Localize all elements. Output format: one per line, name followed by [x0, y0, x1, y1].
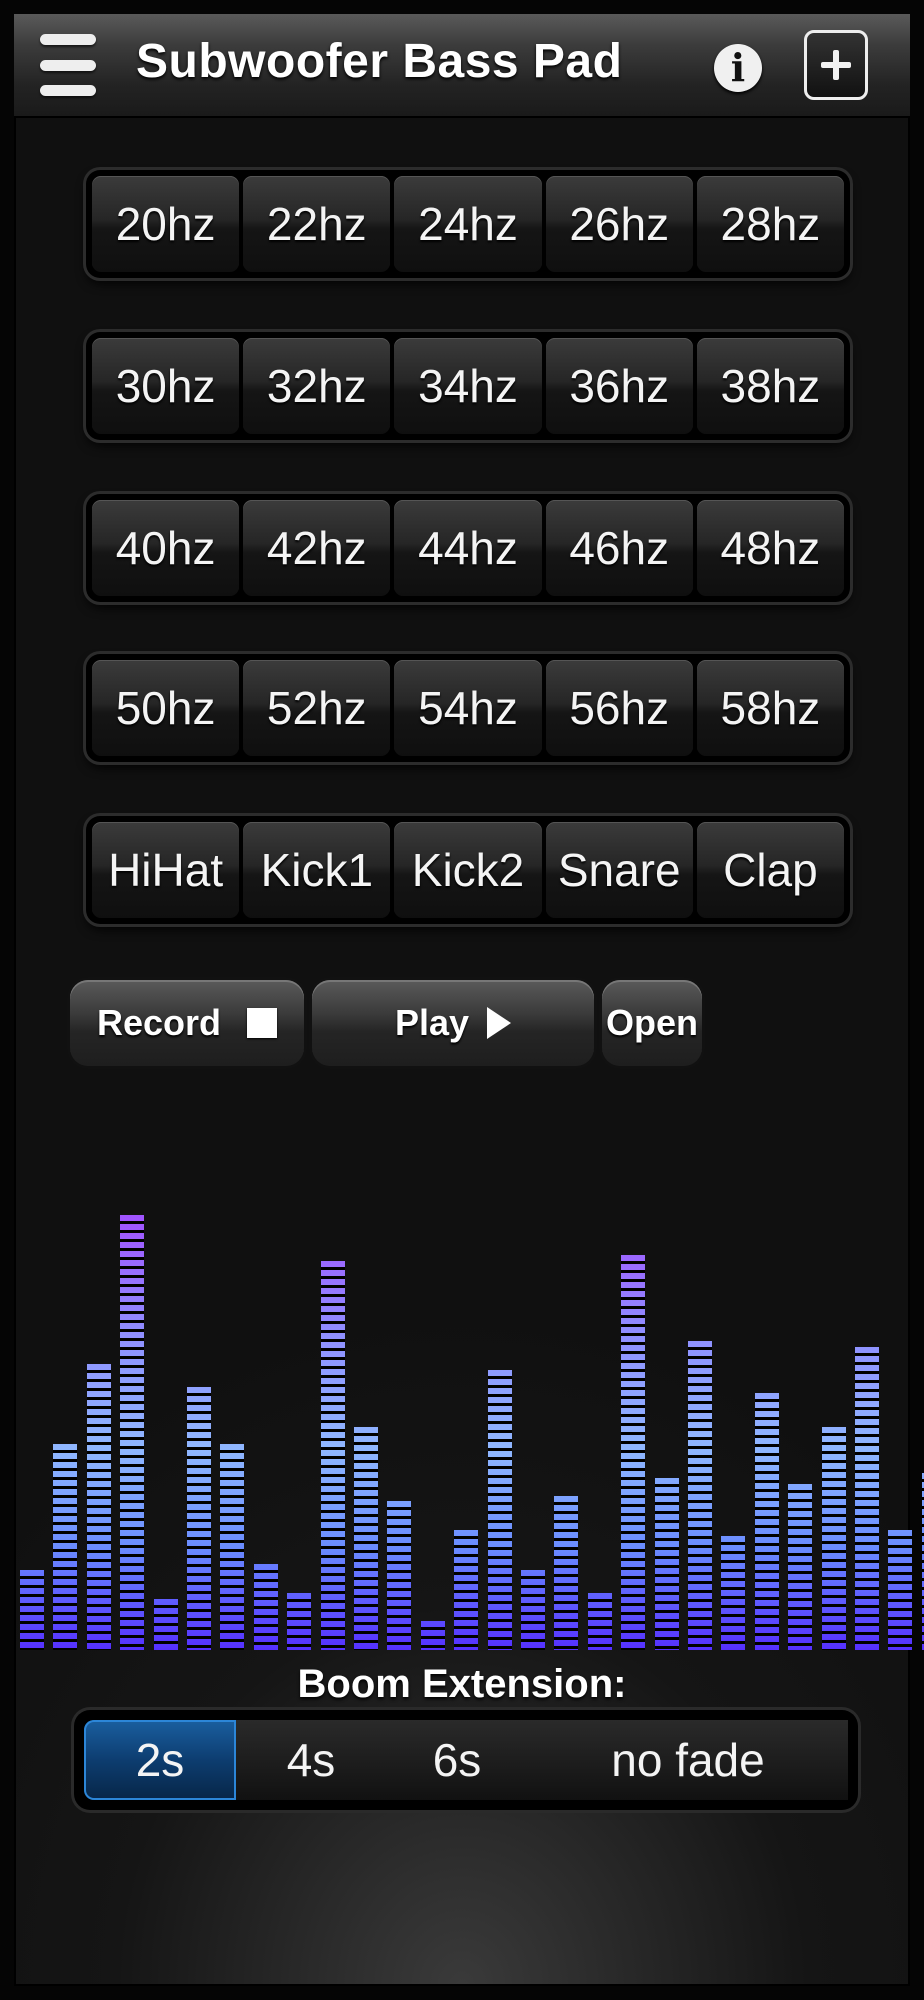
- app-window: Subwoofer Bass Pad i 20hz 22hz 24hz 26hz 28h…: [14, 14, 924, 1986]
- eq-bar: [487, 1370, 512, 1650]
- pad-20hz[interactable]: 20hz: [92, 176, 240, 272]
- eq-bar: [287, 1593, 312, 1650]
- pad-44hz[interactable]: 44hz: [394, 500, 542, 596]
- eq-bar: [587, 1593, 612, 1650]
- eq-bar: [754, 1393, 779, 1650]
- pad-34hz[interactable]: 34hz: [394, 338, 542, 434]
- pad-hihat[interactable]: HiHat: [92, 822, 240, 918]
- pad-54hz[interactable]: 54hz: [394, 660, 542, 756]
- eq-bar: [688, 1341, 712, 1650]
- pad-row: 20hz 22hz 24hz 26hz 28hz: [86, 170, 850, 278]
- eq-bar: [821, 1427, 846, 1650]
- boom-option-4s[interactable]: 4s: [236, 1720, 386, 1800]
- record-label: Record: [96, 1002, 222, 1043]
- pad-22hz[interactable]: 22hz: [243, 176, 391, 272]
- eq-bar: [354, 1427, 378, 1650]
- boom-option-no-fade[interactable]: no fade: [528, 1720, 848, 1800]
- eq-bar: [855, 1347, 879, 1650]
- pad-26hz[interactable]: 26hz: [545, 176, 693, 272]
- eq-bar: [888, 1530, 913, 1650]
- eq-bar: [187, 1387, 211, 1650]
- pad-row: 40hz 42hz 44hz 46hz 48hz: [86, 494, 850, 602]
- hamburger-menu-icon[interactable]: [40, 34, 96, 96]
- eq-bar: [120, 1215, 145, 1650]
- pad-50hz[interactable]: 50hz: [92, 660, 240, 756]
- pad-30hz[interactable]: 30hz: [92, 338, 240, 434]
- pad-snare[interactable]: Snare: [545, 822, 693, 918]
- add-button[interactable]: [804, 30, 868, 100]
- pad-42hz[interactable]: 42hz: [243, 500, 391, 596]
- open-label: Open: [605, 1002, 698, 1043]
- pad-48hz[interactable]: 48hz: [696, 500, 845, 596]
- pad-kick1[interactable]: Kick1: [243, 822, 391, 918]
- eq-bar: [86, 1364, 111, 1650]
- eq-bar: [153, 1599, 178, 1650]
- boom-option-2s[interactable]: 2s: [84, 1720, 236, 1800]
- eq-bar: [454, 1530, 479, 1650]
- boom-option-6s[interactable]: 6s: [386, 1720, 528, 1800]
- pad-46hz[interactable]: 46hz: [545, 500, 693, 596]
- pad-40hz[interactable]: 40hz: [92, 500, 240, 596]
- eq-bar: [788, 1484, 813, 1650]
- eq-bar: [721, 1536, 746, 1650]
- eq-bar: [53, 1444, 78, 1650]
- eq-bar: [220, 1444, 245, 1650]
- eq-bar: [387, 1501, 412, 1650]
- top-bar: Subwoofer Bass Pad i: [14, 14, 910, 118]
- pad-24hz[interactable]: 24hz: [394, 176, 542, 272]
- play-icon: [487, 1007, 512, 1039]
- eq-bar: [420, 1621, 445, 1650]
- pad-58hz[interactable]: 58hz: [696, 660, 845, 756]
- page-title: Subwoofer Bass Pad: [136, 35, 623, 88]
- pad-38hz[interactable]: 38hz: [696, 338, 845, 434]
- info-icon[interactable]: i: [714, 44, 762, 92]
- eq-bar: [20, 1570, 44, 1650]
- pad-28hz[interactable]: 28hz: [696, 176, 845, 272]
- eq-bar: [554, 1496, 579, 1650]
- record-stop-icon: [247, 1008, 278, 1038]
- pad-32hz[interactable]: 32hz: [243, 338, 391, 434]
- pad-52hz[interactable]: 52hz: [243, 660, 391, 756]
- play-button[interactable]: Play: [312, 980, 594, 1066]
- boom-extension-label: Boom Extension:: [297, 1662, 627, 1706]
- pad-row: HiHat Kick1 Kick2 Snare Clap: [86, 816, 850, 924]
- open-button[interactable]: Open: [602, 980, 702, 1066]
- pad-clap[interactable]: Clap: [696, 822, 845, 918]
- eq-bar: [654, 1478, 679, 1650]
- pad-row: 50hz 52hz 54hz 56hz 58hz: [86, 654, 850, 762]
- pad-36hz[interactable]: 36hz: [545, 338, 693, 434]
- play-label: Play: [394, 1002, 470, 1043]
- pad-row: 30hz 32hz 34hz 36hz 38hz: [86, 332, 850, 440]
- pad-kick2[interactable]: Kick2: [394, 822, 542, 918]
- eq-bar: [320, 1261, 345, 1650]
- eq-bar: [521, 1570, 545, 1650]
- eq-bar: [253, 1564, 278, 1650]
- equalizer-visualizer: [14, 1078, 924, 1650]
- boom-extension-selector: 2s 4s 6s no fade: [74, 1710, 858, 1810]
- eq-bar: [621, 1255, 646, 1650]
- record-button[interactable]: Record: [70, 980, 304, 1066]
- pad-56hz[interactable]: 56hz: [545, 660, 693, 756]
